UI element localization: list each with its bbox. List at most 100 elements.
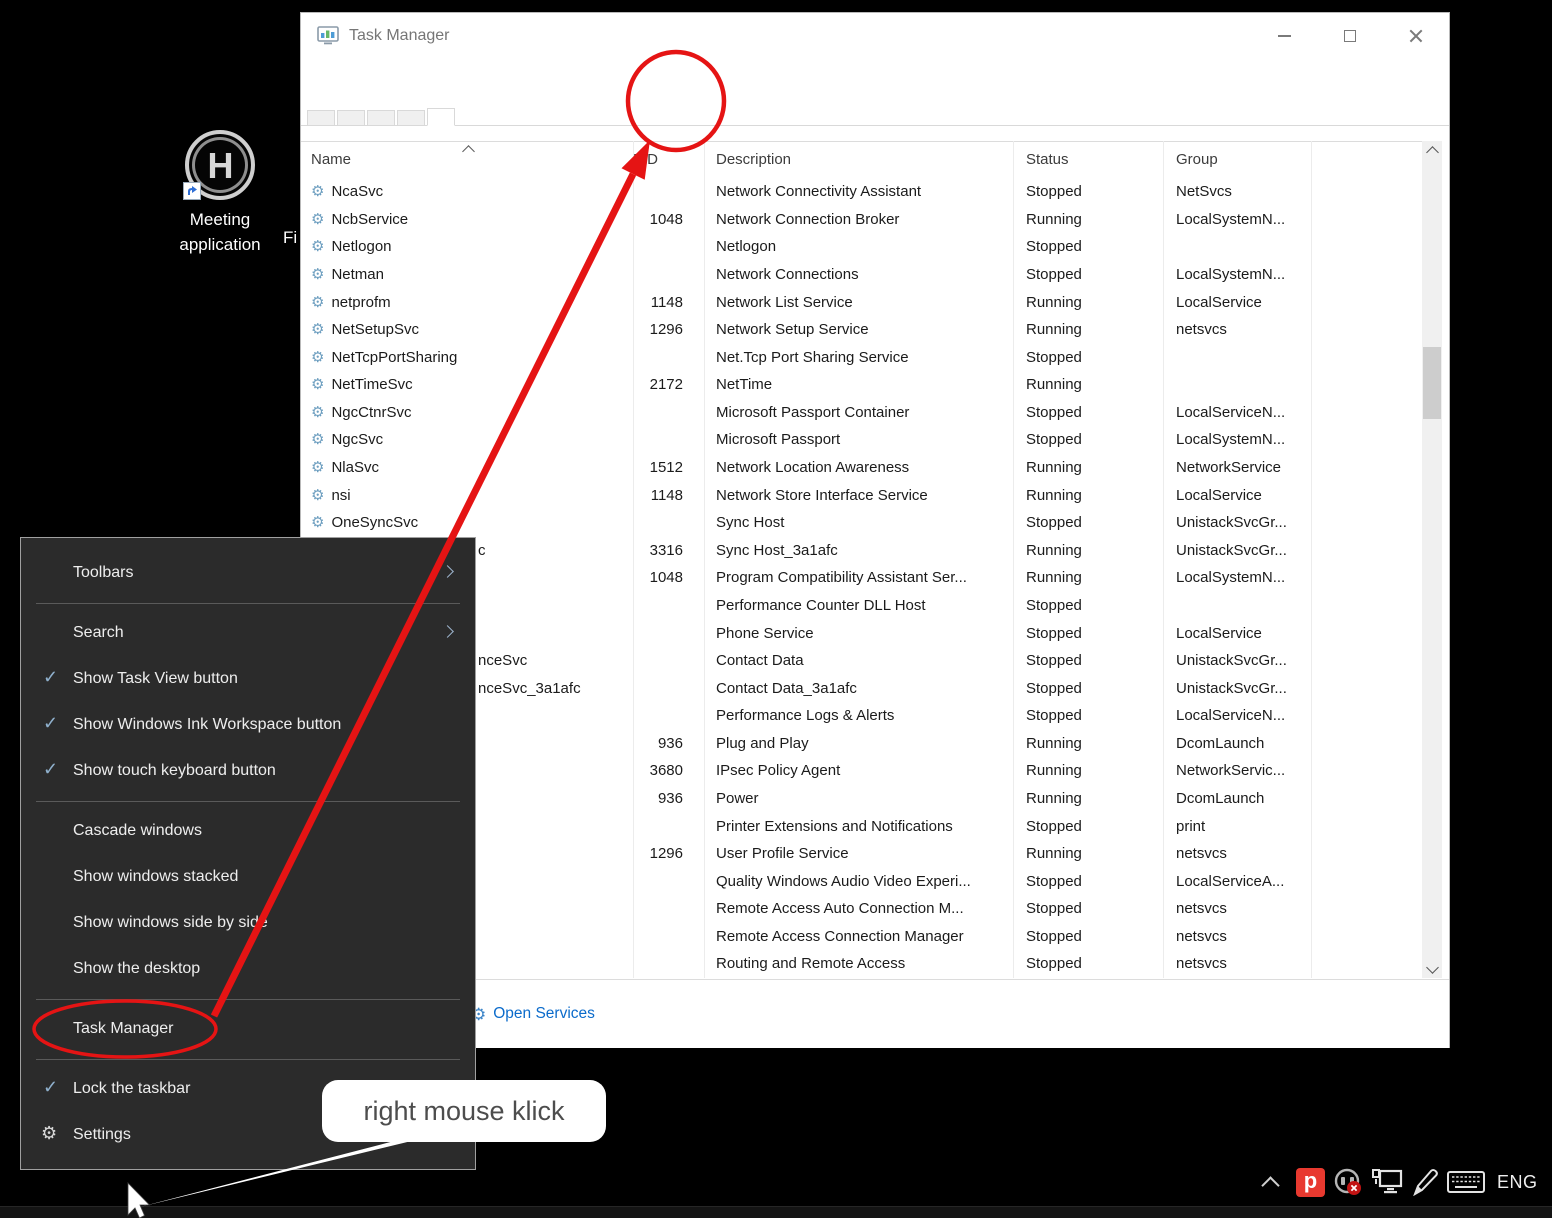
service-description: Program Compatibility Assistant Ser... — [701, 569, 1013, 586]
language-indicator[interactable]: ENG — [1497, 1172, 1538, 1193]
service-status: Stopped — [1013, 349, 1163, 366]
column-header-name[interactable]: Name — [301, 141, 633, 178]
tab[interactable] — [427, 108, 455, 126]
service-gear-icon: ⚙ — [311, 267, 324, 282]
service-description: Network Location Awareness — [701, 459, 1013, 476]
service-description: Routing and Remote Access — [701, 955, 1013, 972]
service-row[interactable]: ⚙Netlogon Netlogon Stopped — [301, 233, 1422, 261]
service-gear-icon: ⚙ — [311, 322, 324, 337]
service-gear-icon: ⚙ — [311, 377, 324, 392]
service-description: Remote Access Connection Manager — [701, 928, 1013, 945]
context-menu-item[interactable]: ✓ ⚙ Show Windows Ink Workspace button — [21, 702, 475, 748]
service-description: Power — [701, 790, 1013, 807]
powerpoint-tray-icon[interactable]: p — [1296, 1168, 1325, 1197]
context-menu-item[interactable]: ✓ ⚙ Toolbars — [21, 550, 475, 596]
service-description: Microsoft Passport Container — [701, 404, 1013, 421]
touch-keyboard-icon[interactable] — [1447, 1169, 1485, 1195]
service-row[interactable]: ⚙NgcSvc Microsoft Passport Stopped Local… — [301, 426, 1422, 454]
context-menu-item[interactable]: ✓ ⚙ Task Manager — [21, 1006, 475, 1052]
table-header-row: Name PID Description Status Group — [301, 141, 1422, 178]
vertical-scrollbar[interactable] — [1422, 141, 1442, 978]
column-header-description[interactable]: Description — [701, 151, 1013, 168]
service-gear-icon: ⚙ — [311, 515, 324, 530]
scroll-up-icon[interactable] — [1422, 141, 1442, 159]
open-services-link[interactable]: ⚙ Open Services — [471, 1005, 595, 1023]
service-row[interactable]: ⚙OneSyncSvc Sync Host Stopped UnistackSv… — [301, 509, 1422, 537]
scrollbar-thumb[interactable] — [1423, 347, 1441, 419]
service-name: nceSvc — [478, 652, 527, 669]
service-row[interactable]: ⚙NlaSvc 1512 Network Location Awareness … — [301, 454, 1422, 482]
context-menu-item[interactable]: ✓ ⚙ Show windows stacked — [21, 854, 475, 900]
service-row[interactable]: ⚙NetSetupSvc 1296 Network Setup Service … — [301, 316, 1422, 344]
maximize-button[interactable] — [1317, 13, 1383, 59]
maximize-icon — [1344, 30, 1356, 42]
context-menu-item[interactable]: ✓ ⚙ Show Task View button — [21, 656, 475, 702]
service-row[interactable]: ⚙NgcCtnrSvc Microsoft Passport Container… — [301, 399, 1422, 427]
service-name: OneSyncSvc — [331, 514, 418, 531]
context-menu-item[interactable]: ✓ ⚙ Show touch keyboard button — [21, 748, 475, 794]
title-bar: Task Manager — [301, 13, 1449, 59]
tab[interactable] — [307, 110, 335, 125]
minimize-button[interactable] — [1251, 13, 1317, 59]
service-name: NcbService — [331, 211, 408, 228]
callout-text: right mouse klick — [363, 1096, 564, 1127]
tab[interactable] — [367, 110, 395, 125]
service-pid: 1048 — [633, 569, 701, 586]
service-name: nsi — [331, 487, 350, 504]
service-description: Performance Counter DLL Host — [701, 597, 1013, 614]
context-menu-item[interactable]: ✓ ⚙ Show the desktop — [21, 946, 475, 992]
service-pid: 936 — [633, 735, 701, 752]
service-pid: 1048 — [633, 211, 701, 228]
service-description: Network Setup Service — [701, 321, 1013, 338]
service-status: Running — [1013, 762, 1163, 779]
audio-device-error-icon[interactable] — [1333, 1167, 1363, 1197]
service-status: Stopped — [1013, 652, 1163, 669]
context-menu-item[interactable]: ✓ ⚙ Search — [21, 610, 475, 656]
service-row[interactable]: ⚙Netman Network Connections Stopped Loca… — [301, 261, 1422, 289]
desktop-icon-label: Meeting application — [150, 208, 290, 257]
service-description: Sync Host — [701, 514, 1013, 531]
service-gear-icon: ⚙ — [311, 405, 324, 420]
tab[interactable] — [337, 110, 365, 125]
service-row[interactable]: ⚙NcaSvc Network Connectivity Assistant S… — [301, 178, 1422, 206]
service-row[interactable]: ⚙NcbService 1048 Network Connection Brok… — [301, 206, 1422, 234]
windows-ink-pen-icon[interactable] — [1411, 1168, 1439, 1196]
service-description: Network Store Interface Service — [701, 487, 1013, 504]
service-group: LocalServiceA... — [1163, 873, 1311, 890]
service-pid: 3316 — [633, 542, 701, 559]
network-ethernet-icon[interactable] — [1371, 1168, 1403, 1196]
context-menu-item[interactable]: ✓ ⚙ Cascade windows — [21, 808, 475, 854]
service-status: Stopped — [1013, 680, 1163, 697]
service-description: NetTime — [701, 376, 1013, 393]
context-menu-item-label: Task Manager — [73, 1020, 174, 1038]
service-name: NlaSvc — [331, 459, 379, 476]
column-header-group[interactable]: Group — [1163, 151, 1311, 168]
close-button[interactable] — [1383, 13, 1449, 59]
service-group: DcomLaunch — [1163, 735, 1311, 752]
service-gear-icon: ⚙ — [311, 212, 324, 227]
service-row[interactable]: ⚙NetTcpPortSharing Net.Tcp Port Sharing … — [301, 343, 1422, 371]
context-menu-separator — [21, 596, 475, 610]
service-group: netsvcs — [1163, 845, 1311, 862]
logo-letter: H — [189, 145, 251, 187]
service-row[interactable]: ⚙netprofm 1148 Network List Service Runn… — [301, 288, 1422, 316]
service-row[interactable]: ⚙NetTimeSvc 2172 NetTime Running — [301, 371, 1422, 399]
desktop-icon-meeting-application[interactable]: H Meeting application — [150, 130, 290, 257]
show-hidden-icons-chevron-up-icon[interactable] — [1260, 1170, 1284, 1194]
column-header-pid[interactable]: PID — [633, 151, 701, 168]
service-pid: 2172 — [633, 376, 701, 393]
service-group: NetworkServic... — [1163, 762, 1311, 779]
service-group: print — [1163, 818, 1311, 835]
scroll-down-icon[interactable] — [1422, 960, 1442, 978]
service-description: Network Connectivity Assistant — [701, 183, 1013, 200]
tab[interactable] — [397, 110, 425, 125]
close-icon — [1409, 29, 1423, 43]
context-menu-item-label: Show Windows Ink Workspace button — [73, 716, 341, 734]
column-header-status[interactable]: Status — [1013, 151, 1163, 168]
context-menu-item[interactable]: ✓ ⚙ Show windows side by side — [21, 900, 475, 946]
context-menu-item-label: Cascade windows — [73, 822, 202, 840]
service-row[interactable]: ⚙nsi 1148 Network Store Interface Servic… — [301, 481, 1422, 509]
context-menu-item-label: Show windows stacked — [73, 868, 238, 886]
service-pid: 1512 — [633, 459, 701, 476]
service-description: Performance Logs & Alerts — [701, 707, 1013, 724]
